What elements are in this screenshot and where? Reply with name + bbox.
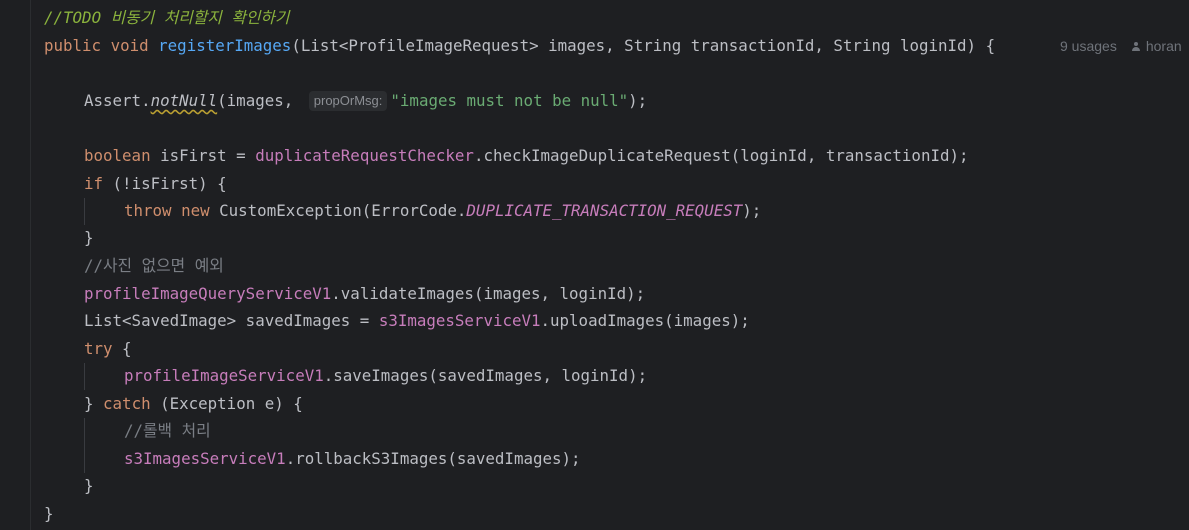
assert-prefix: Assert. bbox=[84, 91, 151, 110]
throw-ctor: CustomException(ErrorCode. bbox=[209, 201, 467, 220]
code-line-if[interactable]: if (!isFirst) { bbox=[84, 171, 227, 197]
keyword-catch: catch bbox=[103, 394, 151, 413]
code-line-method-signature[interactable]: public void registerImages(List<ProfileI… bbox=[44, 33, 995, 59]
field-duplicate-request-checker: duplicateRequestChecker bbox=[255, 146, 474, 165]
indent-guide-if-block bbox=[84, 198, 85, 225]
indent-guide-try-block bbox=[84, 363, 85, 390]
keyword-boolean: boolean bbox=[84, 146, 151, 165]
code-line-assert[interactable]: Assert.notNull(images, propOrMsg: "images… bbox=[84, 88, 647, 114]
field-s3-images-service: s3ImagesServiceV1 bbox=[378, 311, 541, 330]
assert-close: ); bbox=[628, 91, 648, 110]
catch-open-brace: } bbox=[84, 394, 104, 413]
code-editor[interactable]: //TODO 비동기 처리할지 확인하기 public void registe… bbox=[0, 0, 1189, 530]
string-literal: "images must not be null" bbox=[390, 91, 629, 110]
method-name: registerImages bbox=[158, 36, 292, 55]
static-method-notnull: notNull bbox=[150, 91, 218, 110]
code-line-todo-comment[interactable]: //TODO 비동기 처리할지 확인하기 bbox=[44, 5, 289, 31]
boolean-rest: .checkImageDuplicateRequest(loginId, tra… bbox=[473, 146, 969, 165]
code-vision-hints: 9 usages horan bbox=[1060, 35, 1182, 57]
code-line-rollback[interactable]: s3ImagesServiceV1.rollbackS3Images(saved… bbox=[124, 446, 581, 472]
throw-close: ); bbox=[742, 201, 762, 220]
code-line-method-close[interactable]: } bbox=[44, 501, 54, 527]
code-line-catch[interactable]: } catch (Exception e) { bbox=[84, 391, 303, 417]
comment-slashes: // bbox=[44, 8, 64, 27]
rollback-call: .rollbackS3Images(savedImages); bbox=[285, 449, 581, 468]
field-profile-image-service: profileImageServiceV1 bbox=[124, 366, 324, 385]
todo-comment: TODO 비동기 처리할지 확인하기 bbox=[63, 8, 290, 27]
code-line-comment-no-photo[interactable]: //사진 없으면 예외 bbox=[84, 253, 224, 279]
validate-call: .validateImages(images, loginId); bbox=[331, 284, 646, 303]
if-condition: (!isFirst) { bbox=[103, 174, 227, 193]
gutter-divider bbox=[30, 0, 31, 530]
code-line-save[interactable]: profileImageServiceV1.saveImages(savedIm… bbox=[124, 363, 647, 389]
code-line-if-close[interactable]: } bbox=[84, 225, 94, 251]
code-line-throw[interactable]: throw new CustomException(ErrorCode.DUPL… bbox=[124, 198, 761, 224]
code-line-try[interactable]: try { bbox=[84, 336, 132, 362]
author-hint[interactable]: horan bbox=[1131, 38, 1182, 54]
try-brace: { bbox=[112, 339, 132, 358]
close-brace: } bbox=[44, 504, 54, 523]
saved-images-decl: List<SavedImage> savedImages = bbox=[84, 311, 379, 330]
author-name: horan bbox=[1145, 38, 1182, 54]
save-call: .saveImages(savedImages, loginId); bbox=[323, 366, 648, 385]
close-brace: } bbox=[84, 476, 94, 495]
code-line-catch-close[interactable]: } bbox=[84, 473, 94, 499]
keyword-new: new bbox=[181, 201, 210, 220]
field-s3-images-service: s3ImagesServiceV1 bbox=[124, 449, 286, 468]
code-line-validate[interactable]: profileImageQueryServiceV1.validateImage… bbox=[84, 281, 645, 307]
close-brace: } bbox=[84, 228, 94, 247]
keyword-void: void bbox=[110, 36, 149, 55]
upload-call: .uploadImages(images); bbox=[540, 311, 750, 330]
code-line-boolean[interactable]: boolean isFirst = duplicateRequestChecke… bbox=[84, 143, 969, 169]
person-icon bbox=[1131, 42, 1141, 52]
assert-open: (images, bbox=[217, 91, 303, 110]
boolean-decl: isFirst = bbox=[150, 146, 256, 165]
indent-guide-catch-block bbox=[84, 418, 85, 473]
keyword-throw: throw bbox=[124, 201, 172, 220]
keyword-try: try bbox=[84, 339, 113, 358]
constant-duplicate-transaction-request: DUPLICATE_TRANSACTION_REQUEST bbox=[466, 201, 743, 220]
catch-clause: (Exception e) { bbox=[150, 394, 303, 413]
comment: //사진 없으면 예외 bbox=[84, 256, 224, 275]
method-params: (List<ProfileImageRequest> images, Strin… bbox=[291, 36, 996, 55]
code-line-comment-rollback[interactable]: //롤백 처리 bbox=[124, 418, 211, 444]
usages-hint[interactable]: 9 usages bbox=[1060, 38, 1117, 54]
keyword-public: public bbox=[44, 36, 102, 55]
code-line-saved-images[interactable]: List<SavedImage> savedImages = s3ImagesS… bbox=[84, 308, 750, 334]
comment: //롤백 처리 bbox=[124, 421, 211, 440]
field-profile-image-query-service: profileImageQueryServiceV1 bbox=[84, 284, 332, 303]
parameter-hint: propOrMsg: bbox=[308, 91, 388, 111]
keyword-if: if bbox=[84, 174, 104, 193]
